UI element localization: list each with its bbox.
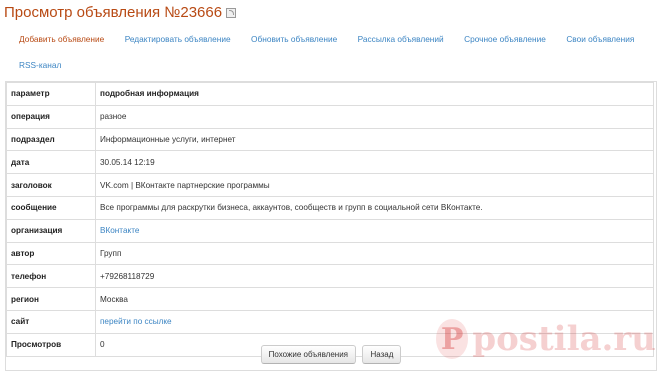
row-key: регион [6, 287, 96, 311]
similar-listings-button[interactable]: Похожие объявления [260, 345, 356, 364]
row-key: сообщение [6, 195, 96, 220]
postila-watermark: P postila.ru [436, 314, 656, 364]
table-row: дата 30.05.14 12:19 [6, 150, 654, 175]
nav-urgent-listing[interactable]: Срочное объявление [456, 28, 554, 50]
row-value: Москва [95, 287, 654, 311]
row-key: автор [6, 241, 96, 266]
row-value: +79268118729 [95, 264, 654, 289]
row-value: Информационные услуги, интернет [95, 127, 654, 152]
row-key: сайт [6, 309, 96, 334]
table-row: сообщение Все программы для раскрутки би… [6, 195, 654, 220]
row-key: заголовок [6, 173, 96, 197]
table-row: автор Групп [6, 241, 654, 266]
page-title: Просмотр объявления №23666 [4, 3, 223, 21]
nav-edit-listing[interactable]: Редактировать объявление [117, 28, 239, 50]
postila-logo-icon: P [436, 319, 469, 359]
site-link[interactable]: перейти по ссылке [100, 317, 172, 326]
table-row: заголовок VK.com | ВКонтакте партнерские… [6, 173, 654, 197]
table-row: подраздел Информационные услуги, интерне… [6, 127, 654, 152]
rss-icon[interactable] [226, 8, 237, 18]
table-row: операция разное [6, 104, 654, 129]
table-row: организация ВКонтакте [6, 218, 654, 243]
organization-link[interactable]: ВКонтакте [100, 226, 139, 235]
row-value: 30.05.14 12:19 [95, 150, 654, 175]
row-value: Все программы для раскрутки бизнеса, акк… [95, 195, 654, 220]
row-key: телефон [6, 264, 96, 289]
row-key: подраздел [6, 127, 96, 152]
table-header-row: параметр подробная информация [6, 82, 654, 106]
nav-my-listings[interactable]: Свои объявления [558, 28, 642, 50]
header-param: параметр [6, 82, 96, 106]
nav-add-listing[interactable]: Добавить объявление [11, 28, 112, 50]
row-value: Групп [95, 241, 654, 266]
watermark-text: postila.ru [472, 319, 656, 359]
table-row: телефон +79268118729 [6, 264, 654, 289]
row-key: операция [6, 104, 96, 129]
row-key: организация [6, 218, 96, 243]
header-info: подробная информация [95, 82, 654, 106]
back-button[interactable]: Назад [362, 345, 402, 364]
page-header: Просмотр объявления №23666 [4, 2, 237, 22]
row-key: дата [6, 150, 96, 175]
row-value: разное [95, 104, 654, 129]
row-value: VK.com | ВКонтакте партнерские программы [95, 173, 654, 197]
action-nav: Добавить объявление Редактировать объявл… [11, 28, 659, 76]
table-row: регион Москва [6, 287, 654, 311]
nav-update-listing[interactable]: Обновить объявление [243, 28, 345, 50]
nav-rss-channel[interactable]: RSS-канал [11, 54, 69, 76]
nav-mailing[interactable]: Рассылка объявлений [350, 28, 452, 50]
